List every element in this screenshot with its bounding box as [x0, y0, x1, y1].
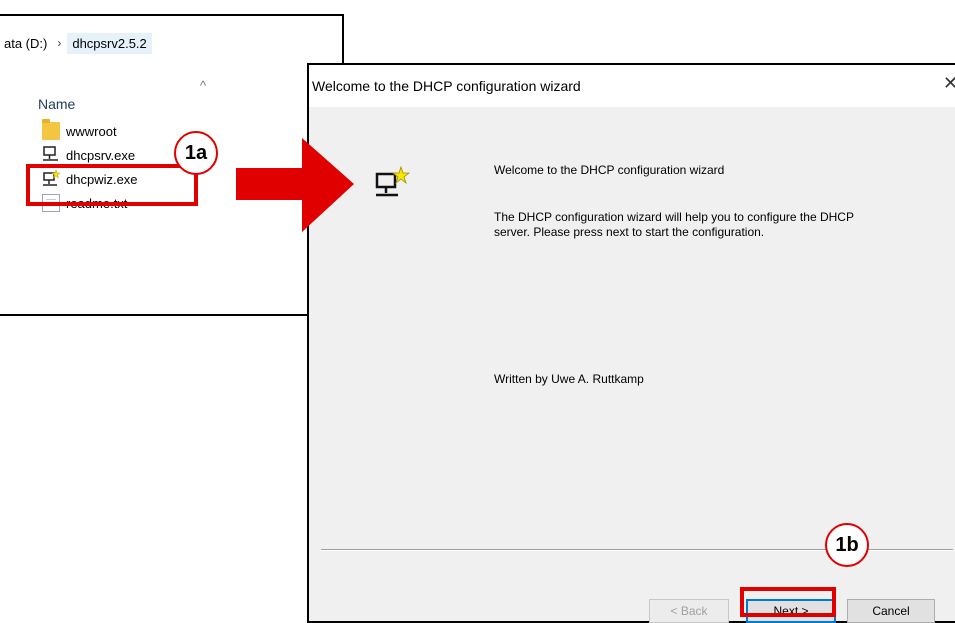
step-badge-1b: 1b	[825, 523, 869, 567]
wizard-computer-icon	[374, 165, 411, 206]
file-name: wwwroot	[66, 123, 117, 139]
highlight-next	[740, 587, 836, 617]
red-arrow-icon	[236, 138, 356, 239]
wizard-heading: Welcome to the DHCP configuration wizard	[494, 163, 725, 177]
breadcrumb-folder[interactable]: dhcpsrv2.5.2	[67, 32, 152, 54]
breadcrumb-drive[interactable]: ata (D:)	[0, 34, 51, 53]
file-name: dhcpsrv.exe	[66, 147, 136, 163]
chevron-right-icon: ›	[57, 36, 62, 50]
file-item-wwwroot[interactable]: wwwroot	[42, 119, 117, 142]
close-icon[interactable]: ✕	[943, 73, 955, 94]
wizard-title: Welcome to the DHCP configuration wizard	[312, 78, 581, 94]
file-item-dhcpsrv[interactable]: dhcpsrv.exe	[42, 144, 135, 166]
step-badge-1a: 1a	[174, 131, 218, 175]
column-header-name[interactable]: Name	[38, 96, 75, 112]
folder-icon	[42, 119, 60, 140]
breadcrumb: ata (D:) › dhcpsrv2.5.2	[0, 30, 152, 56]
wizard-titlebar: Welcome to the DHCP configuration wizard	[309, 65, 955, 107]
highlight-dhcpwiz	[26, 164, 198, 206]
wizard-author: Written by Uwe A. Ruttkamp	[494, 372, 644, 386]
sort-up-icon[interactable]: ^	[200, 78, 206, 93]
wizard-description: The DHCP configuration wizard will help …	[494, 210, 854, 239]
network-computer-icon	[42, 146, 60, 164]
